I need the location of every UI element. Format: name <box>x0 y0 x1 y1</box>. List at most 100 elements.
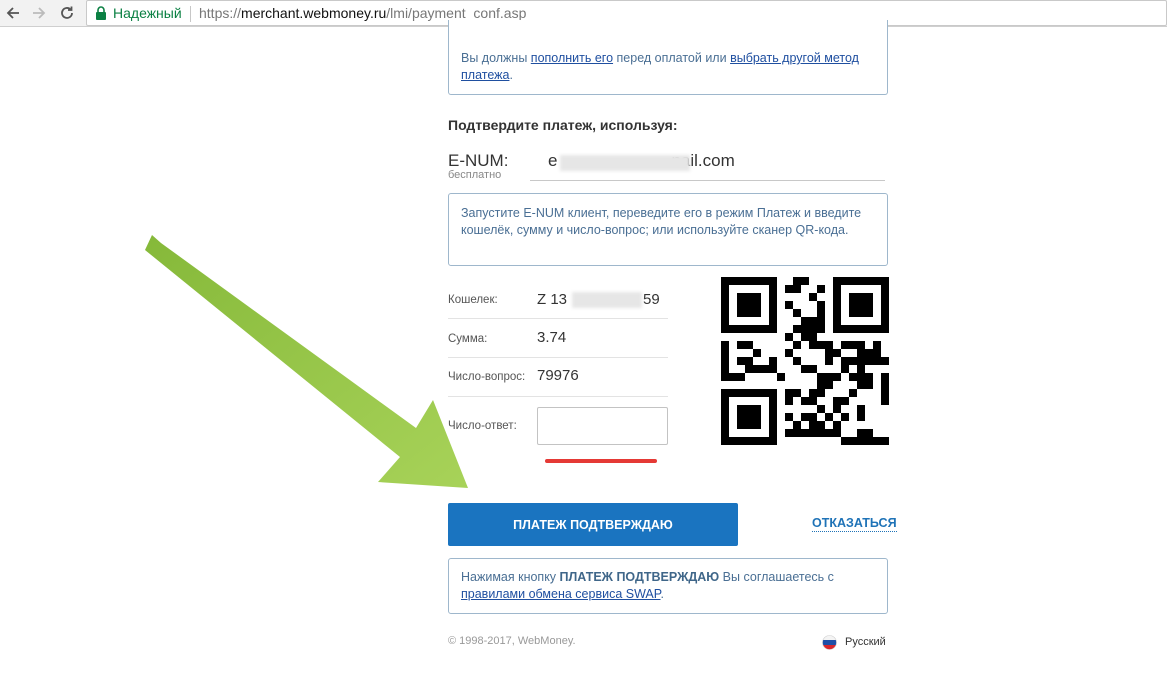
qr-module <box>825 357 833 365</box>
agreement-middle: Вы соглашаетесь с <box>719 570 834 584</box>
topup-link[interactable]: пополнить его <box>531 51 613 65</box>
qr-module <box>865 429 873 437</box>
qr-module <box>745 341 753 349</box>
qr-module <box>809 413 817 421</box>
qr-module <box>793 429 801 437</box>
qr-module <box>721 365 729 373</box>
qr-module <box>825 381 833 389</box>
answer-input[interactable] <box>537 407 668 445</box>
qr-module <box>857 357 865 365</box>
qr-module <box>817 285 825 293</box>
qr-module <box>801 317 809 325</box>
qr-module <box>793 341 801 349</box>
qr-module <box>849 373 857 381</box>
qr-module <box>737 293 761 317</box>
qr-module <box>817 381 825 389</box>
qr-module <box>825 413 833 421</box>
qr-module <box>721 357 729 365</box>
row-divider <box>448 318 668 319</box>
redacted-wallet-blur <box>572 292 642 308</box>
qr-module <box>785 413 793 421</box>
qr-module <box>801 333 809 341</box>
redacted-email-blur <box>560 155 690 171</box>
qr-module <box>841 357 849 365</box>
qr-module <box>809 333 817 341</box>
qr-module <box>785 429 793 437</box>
url-text: https://merchant.webmoney.ru/lmi/payment… <box>199 5 526 21</box>
question-value: 79976 <box>537 367 579 384</box>
qr-module <box>865 349 873 357</box>
qr-module <box>737 405 761 429</box>
qr-module <box>785 285 793 293</box>
qr-module <box>809 397 817 405</box>
qr-module <box>857 437 865 445</box>
notice-suffix: . <box>509 68 513 82</box>
qr-module <box>793 357 801 365</box>
wallet-value-end: 59 <box>643 291 660 308</box>
qr-module <box>817 309 825 317</box>
qr-module <box>809 317 817 325</box>
agreement-prefix: Нажимая кнопку <box>461 570 560 584</box>
qr-module <box>881 397 889 405</box>
qr-module <box>841 341 849 349</box>
qr-module <box>857 429 865 437</box>
cancel-link[interactable]: ОТКАЗАТЬСЯ <box>812 516 897 532</box>
qr-module <box>833 373 841 381</box>
qr-module <box>825 373 833 381</box>
language-label: Русский <box>845 636 886 648</box>
qr-module <box>849 293 873 317</box>
qr-module <box>833 405 841 413</box>
forward-button[interactable] <box>28 2 50 24</box>
qr-module <box>817 421 825 429</box>
url-path: /lmi/payment_conf.asp <box>386 5 527 21</box>
qr-module <box>881 381 889 389</box>
qr-module <box>809 325 817 333</box>
qr-module <box>721 341 729 349</box>
qr-module <box>817 301 825 309</box>
qr-module <box>817 341 825 349</box>
qr-module <box>801 429 809 437</box>
reload-button[interactable] <box>56 2 78 24</box>
language-selector[interactable]: Русский <box>822 634 886 650</box>
green-arrow-annotation <box>145 235 468 488</box>
qr-module <box>865 357 873 365</box>
qr-module <box>785 333 793 341</box>
swap-rules-link[interactable]: правилами обмена сервиса SWAP <box>461 587 661 601</box>
enum-instructions-box: Запустите E-NUM клиент, переведите его в… <box>448 193 888 266</box>
qr-module <box>857 381 865 389</box>
qr-module <box>881 437 889 445</box>
url-host: merchant.webmoney.ru <box>241 5 387 21</box>
back-button[interactable] <box>2 2 24 24</box>
qr-module <box>769 357 777 365</box>
qr-module <box>865 373 873 381</box>
qr-module <box>809 429 817 437</box>
qr-module <box>801 365 809 373</box>
reload-icon <box>61 6 73 19</box>
qr-module <box>849 389 857 397</box>
qr-module <box>761 365 769 373</box>
enum-sublabel: бесплатно <box>448 169 502 181</box>
qr-module <box>817 373 825 381</box>
url-scheme: https:// <box>199 5 242 21</box>
qr-module <box>737 373 745 381</box>
qr-module <box>825 341 833 349</box>
qr-module <box>753 365 761 373</box>
qr-module <box>865 437 873 445</box>
qr-module <box>841 365 849 373</box>
qr-module <box>881 373 889 381</box>
qr-module <box>785 301 793 309</box>
qr-module <box>833 349 841 357</box>
confirm-payment-button[interactable]: ПЛАТЕЖ ПОДТВЕРЖДАЮ <box>448 503 738 546</box>
enum-value-start: e <box>548 151 558 170</box>
qr-module <box>729 373 737 381</box>
qr-code <box>721 277 889 445</box>
qr-module <box>849 357 857 365</box>
forward-arrow-icon <box>33 7 46 19</box>
russia-flag-icon <box>822 634 837 650</box>
qr-module <box>745 365 753 373</box>
qr-module <box>769 365 777 373</box>
qr-module <box>841 413 849 421</box>
qr-module <box>817 317 825 325</box>
qr-module <box>865 381 873 389</box>
agreement-button-name: ПЛАТЕЖ ПОДТВЕРЖДАЮ <box>559 570 720 584</box>
